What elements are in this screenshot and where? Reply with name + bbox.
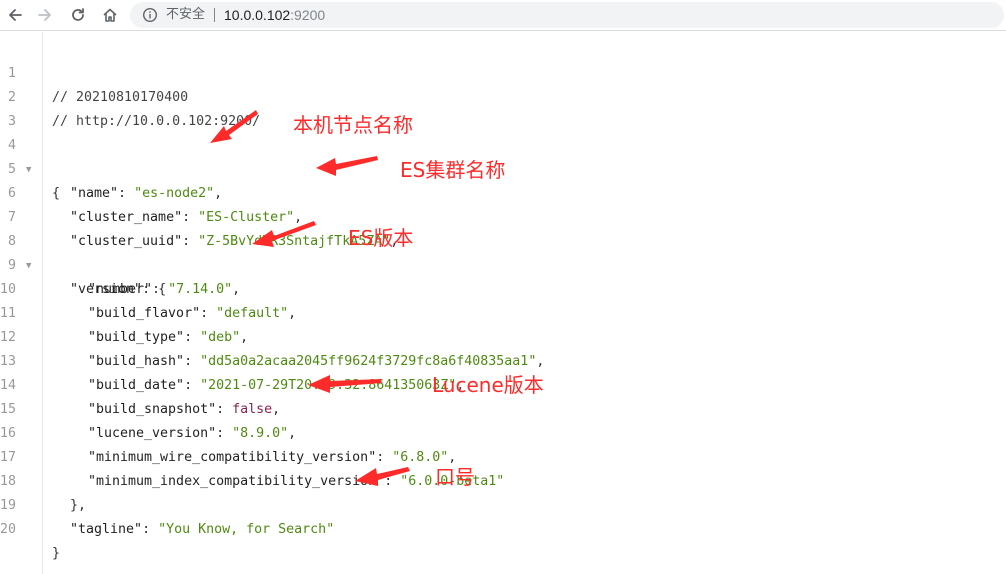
code-line: 1 // 20210810170400 bbox=[0, 38, 1006, 105]
omnibox-divider bbox=[214, 8, 215, 22]
close-brace: } bbox=[52, 546, 61, 561]
code-line: 6 "cluster_name": "ES-Cluster", bbox=[0, 158, 1006, 225]
code-line: 14 "build_snapshot": false, bbox=[0, 350, 1006, 417]
code-line: 11 "build_type": "deb", bbox=[0, 278, 1006, 345]
home-icon bbox=[103, 8, 117, 22]
url-host: 10.0.0.102 bbox=[224, 7, 291, 23]
json-key: "tagline" bbox=[70, 522, 143, 537]
reload-icon bbox=[72, 8, 84, 21]
code-line: 10 "build_flavor": "default", bbox=[0, 254, 1006, 321]
info-circle-icon[interactable] bbox=[142, 7, 158, 23]
code-line: 19 "tagline": "You Know, for Search" bbox=[0, 470, 1006, 537]
code-line: 13 "build_date": "2021-07-29T20:49:32.86… bbox=[0, 326, 1006, 393]
code-line: 17 "minimum_index_compatibility_version"… bbox=[0, 422, 1006, 489]
forward-button[interactable] bbox=[33, 4, 57, 26]
code-line: 18 }, bbox=[0, 446, 1006, 513]
json-viewer: 1 // 20210810170400 2 // http://10.0.0.1… bbox=[0, 32, 1006, 574]
home-button[interactable] bbox=[98, 4, 122, 26]
back-button[interactable] bbox=[3, 4, 27, 26]
arrow-right-icon bbox=[38, 9, 51, 21]
arrow-left-icon bbox=[9, 9, 22, 21]
code-line: 3 bbox=[0, 86, 1006, 129]
url-port: :9200 bbox=[290, 7, 326, 23]
json-value: "You Know, for Search" bbox=[158, 522, 335, 537]
code-line: 5 "name": "es-node2", bbox=[0, 134, 1006, 201]
code-line: 8 ▼ "version": { bbox=[0, 206, 1006, 297]
code-line: 2 // http://10.0.0.102:9200/ bbox=[0, 62, 1006, 129]
code-line: 20 } bbox=[0, 494, 1006, 561]
reload-button[interactable] bbox=[66, 4, 90, 26]
browser-toolbar: 不安全 10.0.0.102:9200 bbox=[0, 0, 1006, 31]
code-line: 7 "cluster_uuid": "Z-5BvYdRR3SntajfTkA5Z… bbox=[0, 182, 1006, 249]
address-bar[interactable]: 不安全 10.0.0.102:9200 bbox=[130, 2, 1004, 28]
url-text[interactable]: 10.0.0.102:9200 bbox=[224, 6, 325, 24]
code-line: 4 ▼ { bbox=[0, 110, 1006, 201]
code-line: 12 "build_hash": "dd5a0a2acaa2045ff9624f… bbox=[0, 302, 1006, 369]
code-line: 9 "number": "7.14.0", bbox=[0, 230, 1006, 297]
code-line: 15 "lucene_version": "8.9.0", bbox=[0, 374, 1006, 441]
security-label[interactable]: 不安全 bbox=[166, 7, 205, 23]
line-number: 20 bbox=[0, 522, 17, 537]
code-line: 16 "minimum_wire_compatibility_version":… bbox=[0, 398, 1006, 465]
